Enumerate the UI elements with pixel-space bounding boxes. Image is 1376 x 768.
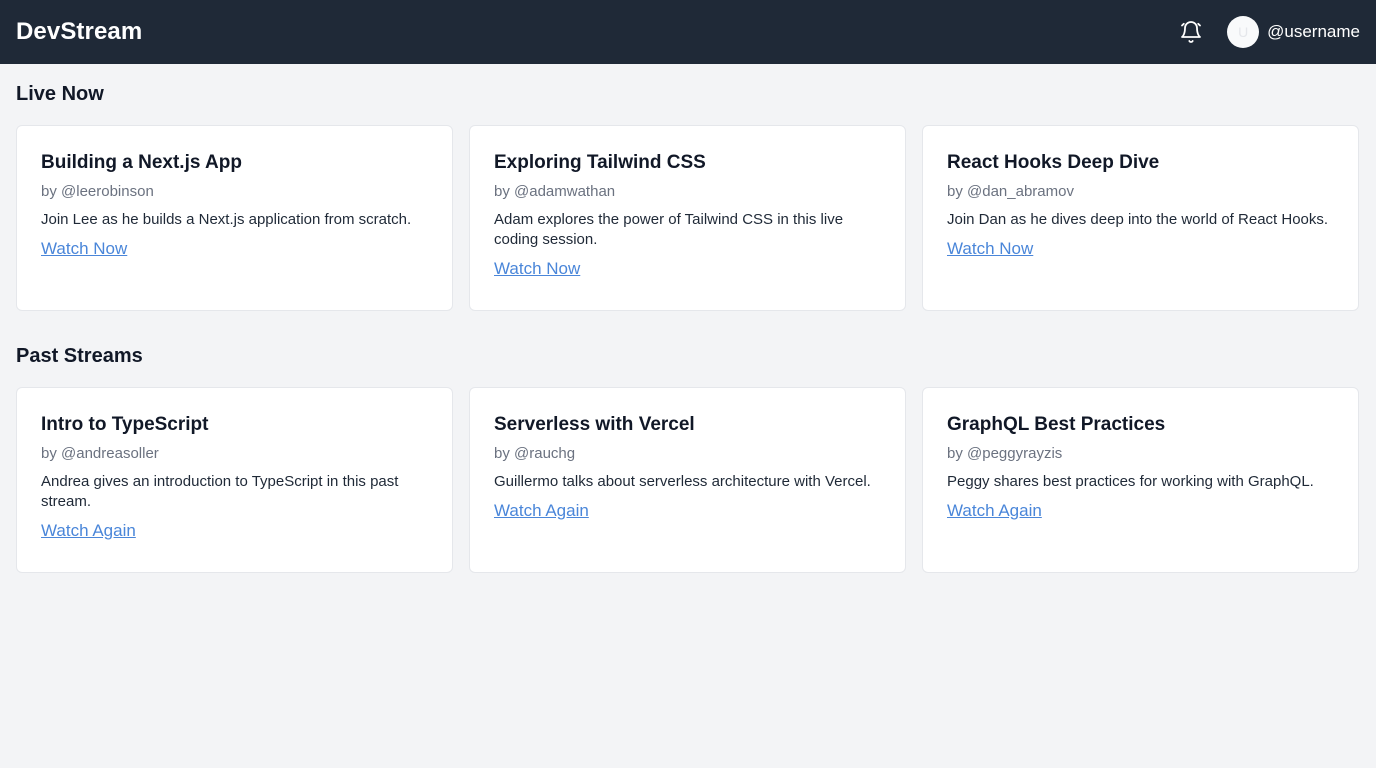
stream-card: Building a Next.js App by @leerobinson J…	[16, 125, 453, 311]
stream-title: Intro to TypeScript	[41, 414, 209, 435]
stream-title: React Hooks Deep Dive	[947, 152, 1160, 173]
stream-author: by @leerobinson	[41, 183, 154, 200]
watch-now-link[interactable]: Watch Now	[41, 238, 127, 260]
watch-again-link[interactable]: Watch Again	[41, 520, 136, 542]
watch-now-link[interactable]: Watch Now	[494, 258, 580, 280]
watch-now-link[interactable]: Watch Now	[947, 238, 1033, 260]
stream-card: Intro to TypeScript by @andreasoller And…	[16, 387, 453, 573]
live-streams-grid: Building a Next.js App by @leerobinson J…	[16, 125, 1360, 311]
stream-description: Peggy shares best practices for working …	[947, 473, 1314, 490]
section-title-past: Past Streams	[16, 345, 143, 367]
stream-author: by @peggyrayzis	[947, 445, 1063, 462]
stream-card: Serverless with Vercel by @rauchg Guille…	[469, 387, 906, 573]
user-menu[interactable]: U @username	[1227, 16, 1360, 48]
stream-author: by @rauchg	[494, 445, 576, 462]
section-title-live: Live Now	[16, 83, 104, 105]
watch-again-link[interactable]: Watch Again	[494, 500, 589, 522]
stream-description: Join Lee as he builds a Next.js applicat…	[41, 211, 412, 228]
avatar: U	[1227, 16, 1260, 48]
stream-author: by @andreasoller	[41, 445, 159, 462]
stream-description: Andrea gives an introduction to TypeScri…	[41, 473, 399, 510]
notifications-button[interactable]	[1177, 18, 1205, 46]
stream-title: GraphQL Best Practices	[947, 414, 1166, 435]
stream-card: GraphQL Best Practices by @peggyrayzis P…	[922, 387, 1359, 573]
stream-author: by @dan_abramov	[947, 183, 1074, 200]
top-navbar: DevStream U @username	[0, 0, 1376, 64]
header-actions: U @username	[1177, 16, 1360, 48]
stream-description: Join Dan as he dives deep into the world…	[947, 211, 1329, 228]
stream-card: React Hooks Deep Dive by @dan_abramov Jo…	[922, 125, 1359, 311]
bell-icon	[1181, 21, 1202, 43]
watch-again-link[interactable]: Watch Again	[947, 500, 1042, 522]
stream-card: Exploring Tailwind CSS by @adamwathan Ad…	[469, 125, 906, 311]
stream-author: by @adamwathan	[494, 183, 616, 200]
stream-title: Building a Next.js App	[41, 152, 242, 173]
app-logo[interactable]: DevStream	[16, 18, 142, 46]
stream-title: Exploring Tailwind CSS	[494, 152, 706, 173]
stream-description: Adam explores the power of Tailwind CSS …	[494, 211, 844, 248]
stream-title: Serverless with Vercel	[494, 414, 695, 435]
username-label: @username	[1267, 22, 1360, 41]
past-streams-grid: Intro to TypeScript by @andreasoller And…	[16, 387, 1360, 573]
main-content: Live Now Building a Next.js App by @leer…	[0, 64, 1376, 573]
stream-description: Guillermo talks about serverless archite…	[494, 473, 871, 490]
